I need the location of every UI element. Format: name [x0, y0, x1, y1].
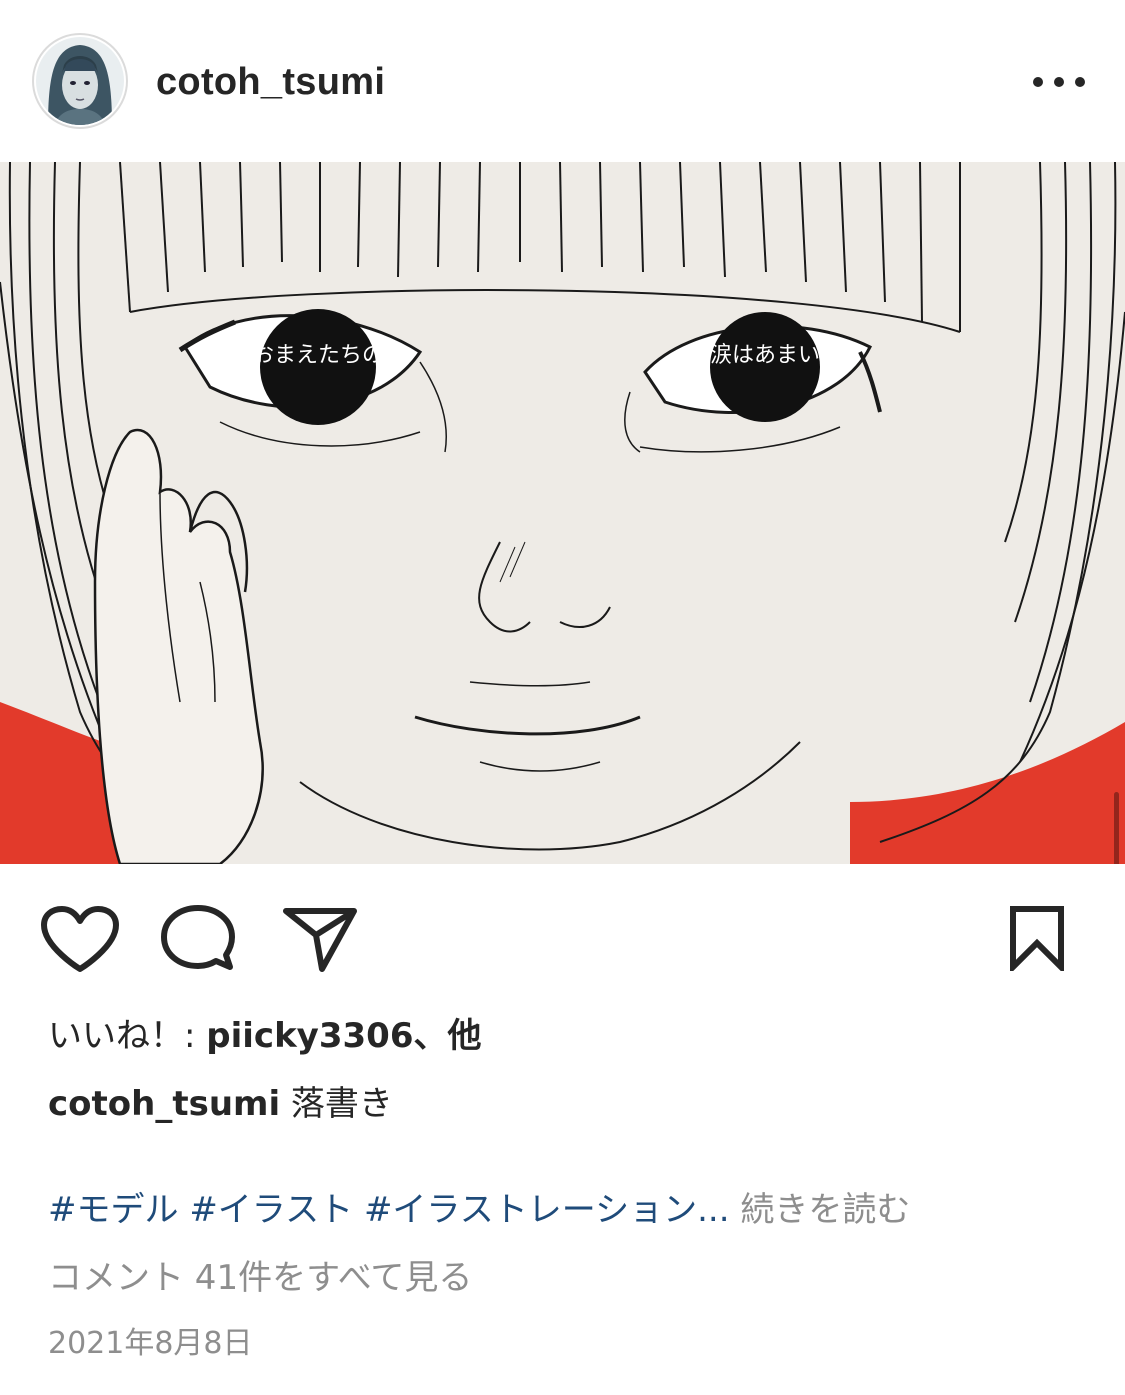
- comment-bubble-icon: [161, 905, 235, 970]
- post-username[interactable]: cotoh_tsumi: [156, 58, 385, 106]
- post-image[interactable]: おまえたちの 涙はあまい: [0, 162, 1125, 864]
- scroll-indicator: [1114, 792, 1119, 864]
- more-horizontal-icon-dot: [1075, 77, 1085, 87]
- save-button[interactable]: [1005, 905, 1069, 975]
- caption-username[interactable]: cotoh_tsumi: [48, 1084, 280, 1124]
- share-button[interactable]: [282, 905, 358, 977]
- caption-ellipsis: ...: [697, 1190, 730, 1230]
- more-horizontal-icon-dot: [1054, 77, 1064, 87]
- svg-text:涙はあまい: 涙はあまい: [710, 343, 820, 368]
- likes-prefix: いいね！:: [48, 1016, 207, 1056]
- caption: cotoh_tsumi 落書き: [48, 1080, 393, 1128]
- avatar[interactable]: [32, 33, 128, 129]
- like-button[interactable]: [40, 905, 120, 977]
- heart-icon: [41, 906, 119, 972]
- post-header: cotoh_tsumi: [0, 0, 1125, 162]
- svg-text:おまえたちの: おまえたちの: [252, 343, 384, 368]
- hashtag-link[interactable]: #イラストレーション: [364, 1190, 697, 1230]
- hashtags-line: #モデル #イラスト #イラストレーション... 続きを読む: [48, 1186, 910, 1234]
- post-date: 2021年8月8日: [48, 1326, 253, 1361]
- hashtag-link[interactable]: #モデル: [48, 1190, 179, 1230]
- more-horizontal-icon: [1033, 77, 1043, 87]
- bookmark-icon: [1010, 906, 1064, 975]
- more-options-button[interactable]: [1033, 62, 1085, 102]
- likes-user-link[interactable]: piicky3306、他: [206, 1016, 481, 1056]
- illustration: おまえたちの 涙はあまい: [0, 162, 1125, 864]
- avatar-image: [36, 37, 124, 125]
- read-more-link[interactable]: 続きを読む: [740, 1190, 910, 1230]
- paper-plane-icon: [283, 908, 357, 972]
- likes-line: いいね！: piicky3306、他: [48, 1012, 481, 1060]
- hashtag-link[interactable]: #イラスト: [189, 1190, 353, 1230]
- caption-text: 落書き: [280, 1084, 393, 1124]
- view-all-comments-link[interactable]: コメント 41件をすべて見る: [48, 1254, 472, 1302]
- comment-button[interactable]: [160, 905, 236, 977]
